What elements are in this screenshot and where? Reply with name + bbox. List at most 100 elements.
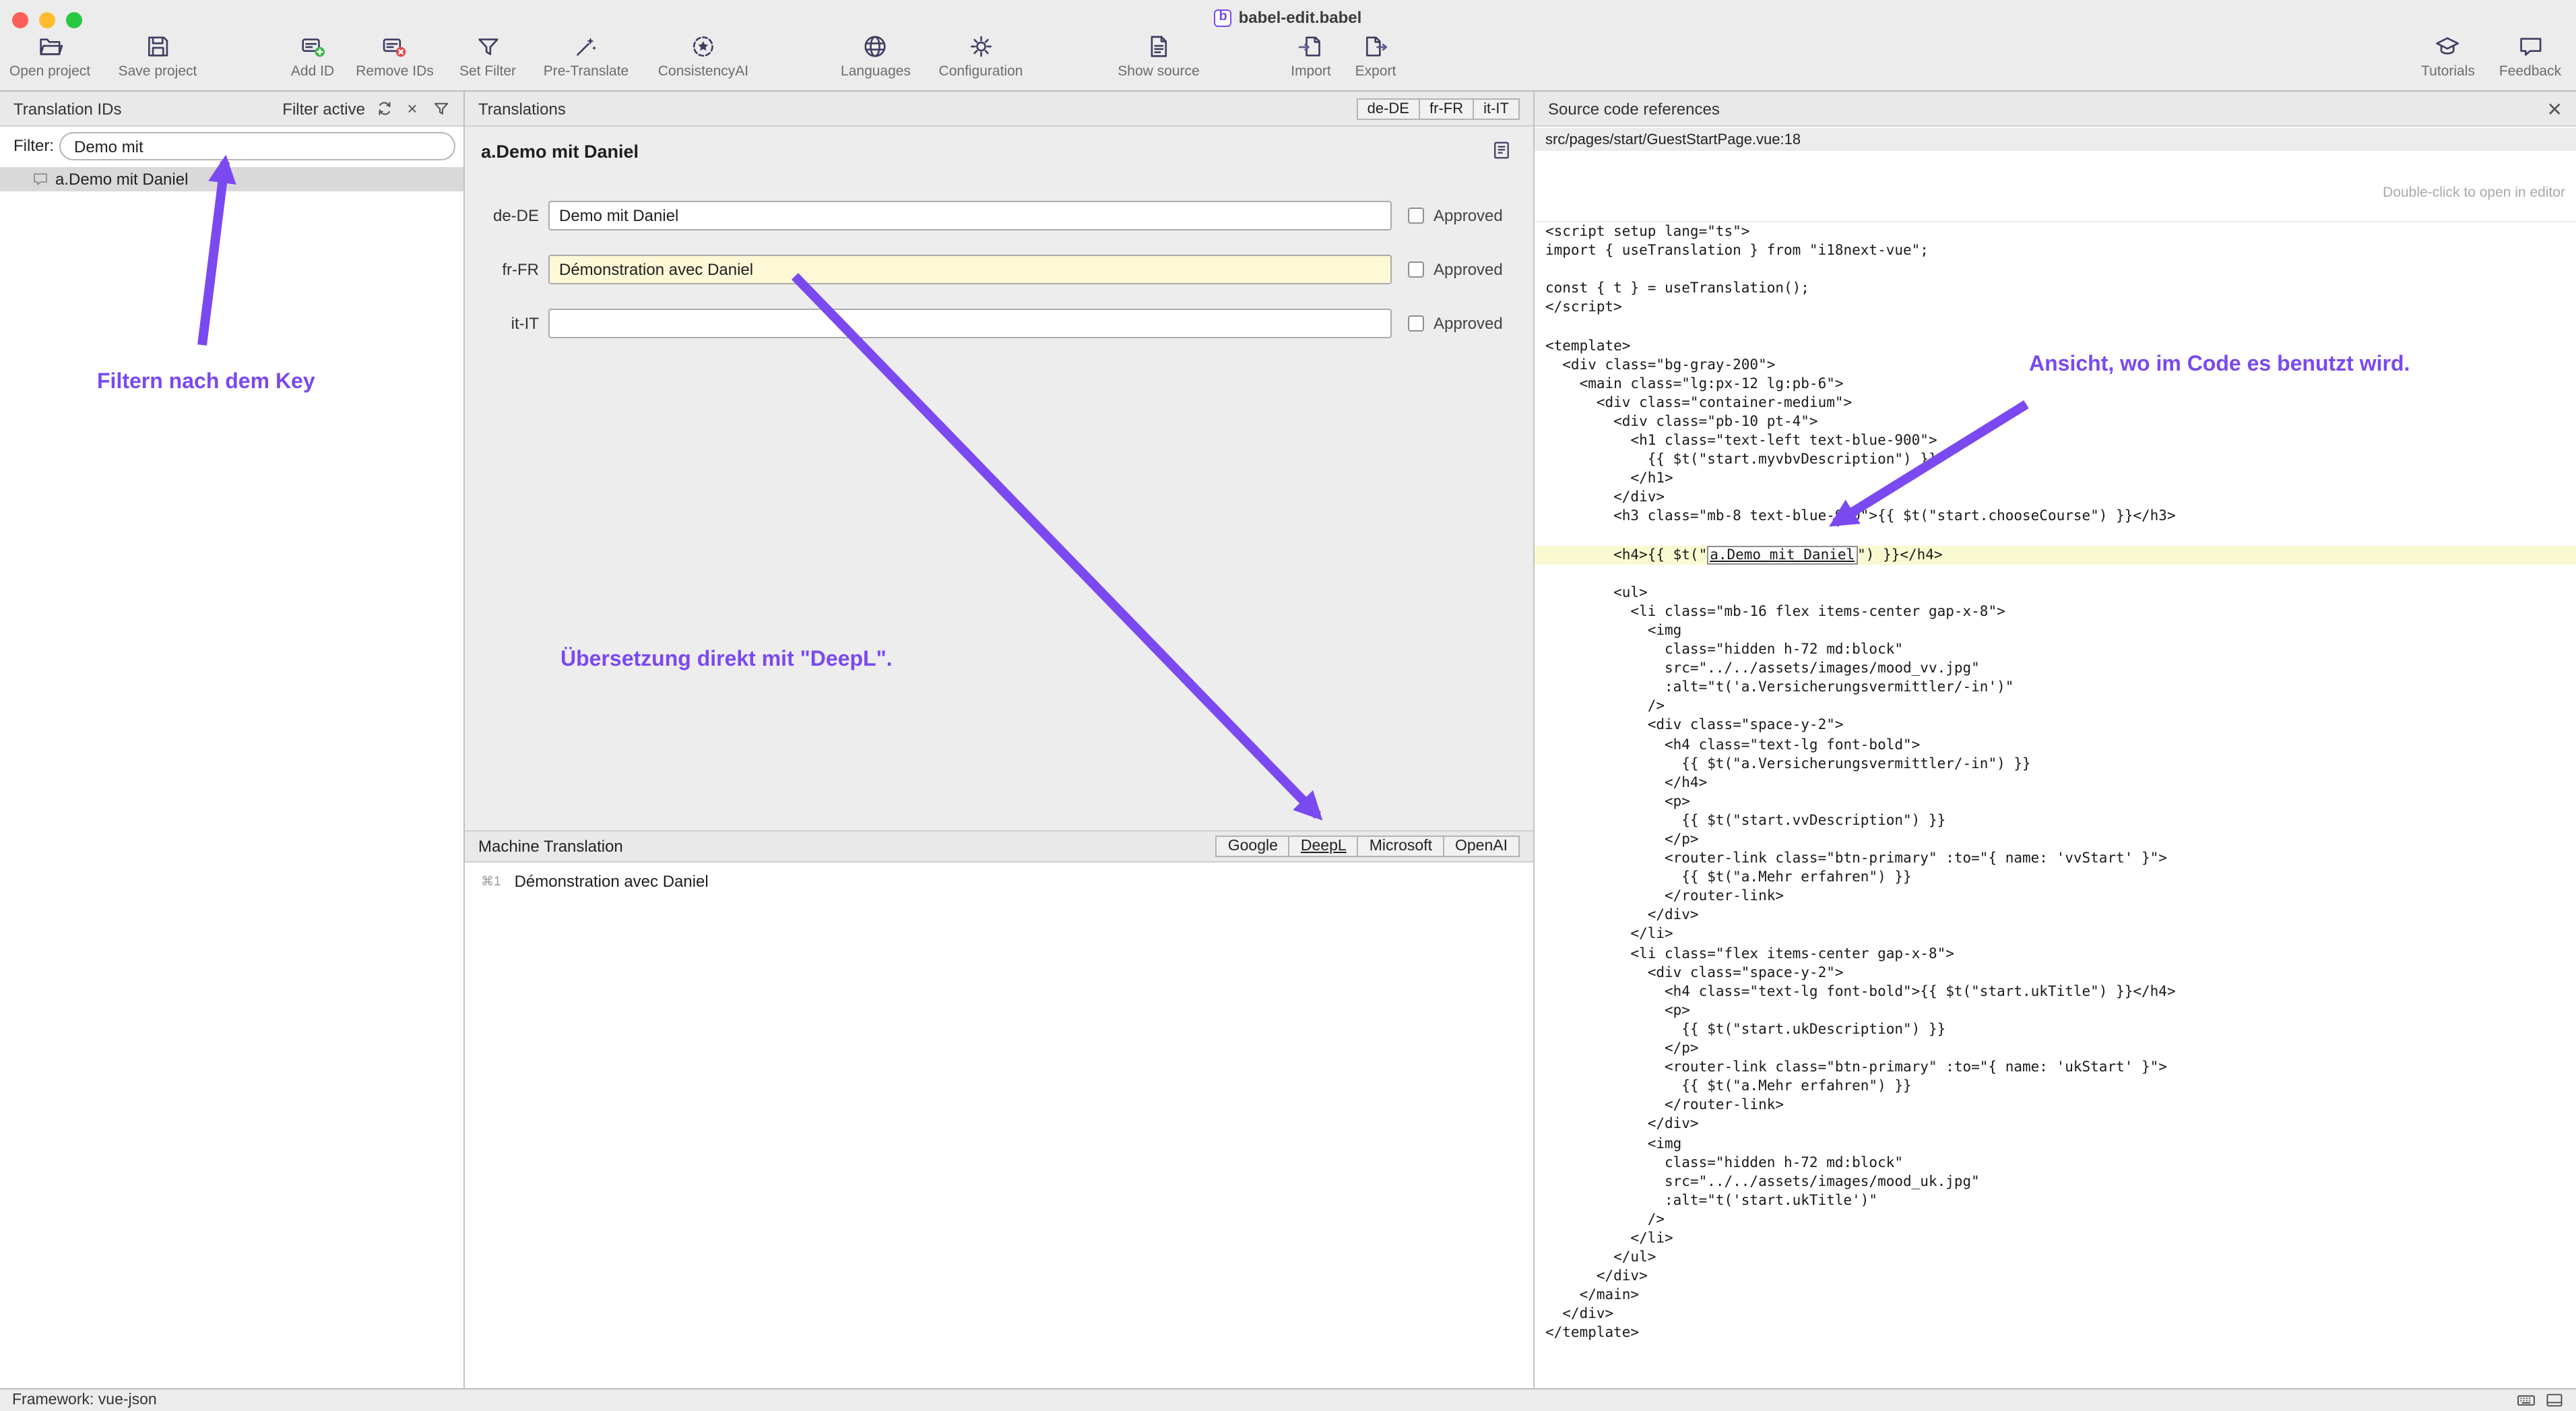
- code-line: [1535, 564, 2576, 583]
- toolbar-item-label: Tutorials: [2421, 63, 2475, 80]
- window-title-area: b babel-edit.babel: [0, 8, 2576, 27]
- tree-item-a-demo-mit-daniel[interactable]: a.Demo mit Daniel: [0, 167, 463, 191]
- toolbar-item-consistencyai[interactable]: ConsistencyAI: [658, 34, 748, 80]
- toolbar-item-languages[interactable]: Languages: [841, 34, 911, 80]
- refresh-filter-icon[interactable]: [375, 99, 393, 118]
- code-line: {{ $t("a.Versicherungsvermittler/-in") }…: [1535, 754, 2576, 773]
- mt-provider-openai[interactable]: OpenAI: [1443, 836, 1520, 857]
- panel-toggle-icon[interactable]: [2545, 1391, 2564, 1410]
- toolbar-item-pre-translate[interactable]: Pre-Translate: [544, 34, 629, 80]
- toolbar-item-add-id[interactable]: Add ID: [291, 34, 334, 80]
- mt-provider-google[interactable]: Google: [1216, 836, 1290, 857]
- add-id-icon: [300, 34, 325, 59]
- toolbar-item-remove-ids[interactable]: Remove IDs: [356, 34, 434, 80]
- language-tab-it-it[interactable]: it-IT: [1473, 98, 1520, 119]
- toolbar-item-label: Remove IDs: [356, 63, 434, 80]
- translation-input-de-de[interactable]: [548, 201, 1392, 230]
- toolbar-item-label: Export: [1355, 63, 1396, 80]
- toolbar-item-label: Open project: [9, 63, 90, 80]
- close-panel-icon[interactable]: ✕: [2547, 99, 2563, 118]
- status-bar: Framework: vue-json: [0, 1388, 2576, 1411]
- keyboard-icon[interactable]: [2517, 1391, 2536, 1410]
- toolbar-item-save-project[interactable]: Save project: [119, 34, 197, 80]
- toolbar-item-show-source[interactable]: Show source: [1118, 34, 1199, 80]
- translation-input-fr-fr[interactable]: [548, 255, 1392, 284]
- translation-input-it-it[interactable]: [548, 309, 1392, 338]
- toolbar-item-label: Pre-Translate: [544, 63, 629, 80]
- translation-filter-input[interactable]: [59, 132, 455, 160]
- translation-row-it-it: it-IT Approved: [465, 309, 1533, 338]
- approved-checkbox-it-it[interactable]: [1408, 315, 1424, 332]
- translation-entry-header: a.Demo mit Daniel: [481, 140, 1517, 164]
- approved-label: Approved: [1434, 314, 1503, 333]
- comment-note-icon[interactable]: [1491, 140, 1512, 160]
- annotation-filter-note: Filtern nach dem Key: [97, 371, 315, 395]
- code-line: <img: [1535, 1134, 2576, 1153]
- code-line: src="../../assets/images/mood_uk.jpg": [1535, 1172, 2576, 1191]
- translations-content: a.Demo mit Daniel de-DEApprovedfr-FRAppr…: [465, 127, 1533, 830]
- toolbar-item-label: Feedback: [2499, 63, 2561, 80]
- code-line: {{ $t("start.vvDescription") }}: [1535, 811, 2576, 830]
- code-line: <h4>{{ $t("a.Demo mit Daniel") }}</h4>: [1535, 545, 2576, 564]
- languages-icon: [863, 34, 889, 59]
- source-code-view: <script setup lang="ts">import { useTran…: [1535, 221, 2576, 1388]
- toolbar-item-configuration[interactable]: Configuration: [939, 34, 1023, 80]
- code-line: <p>: [1535, 792, 2576, 811]
- mt-provider-microsoft[interactable]: Microsoft: [1357, 836, 1444, 857]
- toolbar-item-label: Configuration: [939, 63, 1023, 80]
- code-line: <h1 class="text-left text-blue-900">: [1535, 431, 2576, 450]
- toolbar-item-label: Import: [1291, 63, 1331, 80]
- code-line: [1535, 260, 2576, 279]
- feedback-icon: [2517, 34, 2543, 59]
- clear-filter-icon[interactable]: ×: [403, 99, 422, 118]
- approved-checkbox-fr-fr[interactable]: [1408, 261, 1424, 278]
- code-line: [1535, 317, 2576, 336]
- toolbar-item-label: Set Filter: [459, 63, 516, 80]
- code-line: <div class="space-y-2">: [1535, 963, 2576, 982]
- filter-row: Filter:: [0, 132, 463, 162]
- source-file-reference[interactable]: src/pages/start/GuestStartPage.vue:18: [1535, 128, 2576, 151]
- translations-header: Translations de-DEfr-FRit-IT: [465, 92, 1533, 127]
- translation-ids-title: Translation IDs: [13, 99, 122, 118]
- code-line: </template>: [1535, 1324, 2576, 1343]
- machine-translation-content: ⌘1 Démonstration avec Daniel: [465, 863, 1533, 1388]
- code-line: </li>: [1535, 925, 2576, 944]
- translations-panel: Translations de-DEfr-FRit-IT a.Demo mit …: [465, 92, 1535, 1388]
- approved-label: Approved: [1434, 206, 1503, 225]
- toolbar-item-open-project[interactable]: Open project: [9, 34, 90, 80]
- filter-label: Filter:: [13, 136, 54, 155]
- consistency-ai-icon: [690, 34, 716, 59]
- code-line: <div class="pb-10 pt-4">: [1535, 412, 2576, 431]
- language-tab-de-de[interactable]: de-DE: [1357, 98, 1420, 119]
- toolbar-item-set-filter[interactable]: Set Filter: [459, 34, 516, 80]
- code-line: </div>: [1535, 1115, 2576, 1134]
- highlighted-translation-key[interactable]: a.Demo mit Daniel: [1707, 545, 1857, 564]
- translation-entry-id: a.Demo mit Daniel: [481, 142, 639, 162]
- code-line: class="hidden h-72 md:block": [1535, 1153, 2576, 1172]
- code-line: src="../../assets/images/mood_vv.jpg": [1535, 659, 2576, 678]
- translation-row-fr-fr: fr-FRApproved: [465, 255, 1533, 284]
- translations-title: Translations: [478, 99, 566, 118]
- language-tab-fr-fr[interactable]: fr-FR: [1419, 98, 1474, 119]
- toolbar-item-label: Add ID: [291, 63, 334, 80]
- toolbar-item-feedback[interactable]: Feedback: [2499, 34, 2561, 80]
- code-line: </div>: [1535, 906, 2576, 925]
- pre-translate-icon: [573, 34, 599, 59]
- toolbar-item-import[interactable]: Import: [1291, 34, 1331, 80]
- source-code-title: Source code references: [1548, 99, 1720, 118]
- source-code-header: Source code references ✕: [1535, 92, 2576, 127]
- mt-provider-deepl[interactable]: DeepL: [1289, 836, 1359, 857]
- mt-suggestion[interactable]: ⌘1 Démonstration avec Daniel: [481, 872, 709, 891]
- filter-icon[interactable]: [431, 99, 450, 118]
- toolbar-item-tutorials[interactable]: Tutorials: [2421, 34, 2475, 80]
- framework-label: Framework: vue-json: [12, 1392, 157, 1408]
- toolbar-item-export[interactable]: Export: [1355, 34, 1396, 80]
- language-label: it-IT: [465, 314, 539, 333]
- code-line: </ul>: [1535, 1248, 2576, 1267]
- code-line: {{ $t("a.Mehr erfahren") }}: [1535, 1077, 2576, 1096]
- approved-checkbox-de-de[interactable]: [1408, 208, 1424, 224]
- code-line: <h4 class="text-lg font-bold">{{ $t("sta…: [1535, 982, 2576, 1001]
- code-line: <img: [1535, 621, 2576, 640]
- code-line: </div>: [1535, 1305, 2576, 1324]
- code-line: <li class="mb-16 flex items-center gap-x…: [1535, 602, 2576, 621]
